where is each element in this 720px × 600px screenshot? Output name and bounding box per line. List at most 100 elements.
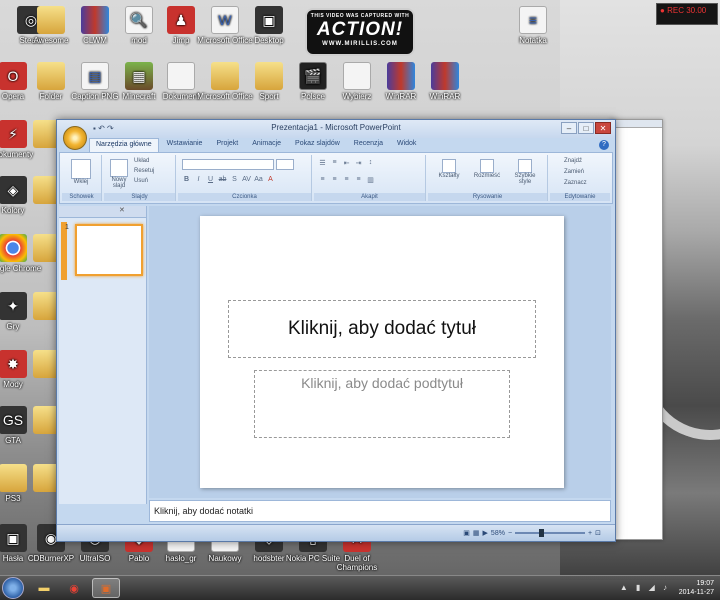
arrange-icon [480, 159, 494, 173]
zoom-level[interactable]: 58% [491, 530, 505, 537]
bullets-button[interactable]: ☰ [318, 159, 327, 167]
zoom-slider-knob[interactable] [539, 529, 545, 537]
zoom-in-button[interactable]: + [588, 530, 592, 537]
slide-canvas[interactable]: Kliknij, aby dodać tytuł Kliknij, aby do… [200, 216, 564, 488]
desktop-icon-notatka[interactable]: ≡ Notatka [502, 6, 564, 45]
italic-button[interactable]: I [194, 176, 203, 183]
normal-view-icon[interactable]: ▣ [463, 529, 470, 537]
zoom-out-button[interactable]: − [508, 530, 512, 537]
winrar-icon [431, 62, 459, 90]
group-font: B I U ab S AV Aa A Czcionka [178, 155, 312, 201]
subtitle-placeholder[interactable]: Kliknij, aby dodać podtytuł [254, 370, 510, 438]
record-icon: ● [660, 6, 665, 15]
taskbar: ▬ ◉ ▣ ▲ ▮ ◢ ♪ 19:07 2014-11-27 [0, 575, 720, 600]
decrease-indent-button[interactable]: ⇤ [342, 159, 351, 167]
quick-styles-icon [518, 159, 532, 173]
folder-icon [37, 62, 65, 90]
folder-icon [211, 62, 239, 90]
zoom-control: ▣ ▦ ▶ 58% − + ⊡ [463, 529, 601, 537]
tab-design[interactable]: Projekt [210, 138, 244, 152]
justify-button[interactable]: ≡ [354, 176, 363, 184]
layout-button[interactable]: Układ [134, 158, 149, 164]
desktop-icon-desktop[interactable]: ▣ Desktop [238, 6, 300, 45]
sorter-view-icon[interactable]: ▦ [473, 529, 480, 537]
new-slide-button[interactable]: Nowy slajd [106, 159, 132, 189]
spacing-button[interactable]: AV [242, 176, 251, 183]
arrange-button[interactable]: Rozmieść [470, 159, 504, 179]
window-controls: – □ ✕ [561, 122, 611, 134]
system-tray[interactable]: ▲ ▮ ◢ ♪ [620, 583, 670, 592]
replace-button[interactable]: Zamień [564, 169, 584, 175]
case-button[interactable]: Aa [254, 176, 263, 183]
group-drawing: Kształty Rozmieść Szybkie style Rysowani… [428, 155, 548, 201]
blank-document-icon [167, 62, 195, 90]
taskbar-chrome[interactable]: ◉ [60, 578, 88, 598]
align-buttons: ≡ ≡ ≡ ≡ ▥ [318, 176, 375, 184]
desktop-icon-winrar2[interactable]: WinRAR [414, 62, 476, 101]
document-icon: 🔍 [125, 6, 153, 34]
slideshow-view-icon[interactable]: ▶ [483, 529, 488, 537]
taskbar-explorer[interactable]: ▬ [30, 578, 58, 598]
image-icon: ▣ [255, 6, 283, 34]
columns-button[interactable]: ▥ [366, 176, 375, 184]
font-name-select[interactable] [182, 159, 274, 170]
list-buttons: ☰ ≡ ⇤ ⇥ ↕ [318, 159, 375, 167]
close-button[interactable]: ✕ [595, 122, 611, 134]
notepad-titlebar[interactable] [611, 120, 662, 128]
reset-button[interactable]: Resetuj [134, 168, 154, 174]
chrome-icon: ◉ [69, 582, 79, 595]
strikethrough-button[interactable]: ab [218, 176, 227, 183]
tab-review[interactable]: Recenzja [348, 138, 389, 152]
start-button[interactable] [2, 577, 24, 599]
group-slides: Nowy slajd Układ Resetuj Usuń Slajdy [104, 155, 176, 201]
status-bar: ▣ ▦ ▶ 58% − + ⊡ [57, 524, 615, 541]
notes-pane[interactable]: Kliknij, aby dodać notatki [149, 500, 611, 522]
folder-icon [37, 6, 65, 34]
text-file-icon: ≡ [519, 6, 547, 34]
tab-slideshow[interactable]: Pokaz slajdów [289, 138, 346, 152]
taskbar-powerpoint[interactable]: ▣ [92, 578, 120, 598]
shadow-button[interactable]: S [230, 176, 239, 183]
title-bar[interactable]: ▪ ↶ ↷ Prezentacja1 - Microsoft PowerPoin… [57, 120, 615, 138]
align-center-button[interactable]: ≡ [330, 176, 339, 184]
tab-insert[interactable]: Wstawianie [161, 138, 209, 152]
slide-editor: Kliknij, aby dodać tytuł Kliknij, aby do… [149, 206, 611, 498]
select-button[interactable]: Zaznacz [564, 180, 587, 186]
paste-icon [71, 159, 91, 179]
help-icon[interactable]: ? [599, 140, 609, 150]
office-button[interactable] [63, 126, 87, 150]
document-icon [343, 62, 371, 90]
find-button[interactable]: Znajdź [564, 158, 582, 164]
shapes-icon [442, 159, 456, 173]
tab-view[interactable]: Widok [391, 138, 422, 152]
paste-button[interactable]: Wklej [66, 159, 96, 185]
notepad-window[interactable] [610, 119, 663, 540]
pane-tabs[interactable]: ✕ [59, 206, 146, 218]
line-spacing-button[interactable]: ↕ [366, 159, 375, 167]
delete-button[interactable]: Usuń [134, 178, 148, 184]
ribbon: Wklej Schowek Nowy slajd Układ Resetuj U… [59, 152, 613, 204]
font-size-select[interactable] [276, 159, 294, 170]
font-color-button[interactable]: A [266, 176, 275, 183]
minimize-button[interactable]: – [561, 122, 577, 134]
powerpoint-icon: ▣ [100, 582, 112, 595]
fit-window-icon[interactable]: ⊡ [595, 529, 601, 537]
underline-button[interactable]: U [206, 176, 215, 183]
window-title: Prezentacja1 - Microsoft PowerPoint [271, 123, 401, 132]
figure-icon: ♟ [167, 6, 195, 34]
clock[interactable]: 19:07 2014-11-27 [679, 579, 714, 597]
align-left-button[interactable]: ≡ [318, 176, 327, 184]
slide-number: 1 [65, 224, 69, 231]
shapes-button[interactable]: Kształty [432, 159, 466, 179]
increase-indent-button[interactable]: ⇥ [354, 159, 363, 167]
title-placeholder[interactable]: Kliknij, aby dodać tytuł [228, 300, 536, 358]
numbering-button[interactable]: ≡ [330, 159, 339, 167]
align-right-button[interactable]: ≡ [342, 176, 351, 184]
bold-button[interactable]: B [182, 176, 191, 183]
slide-thumbnail[interactable] [75, 224, 143, 276]
zoom-slider[interactable] [515, 529, 586, 537]
quick-styles-button[interactable]: Szybkie style [508, 159, 542, 185]
tab-home[interactable]: Narzędzia główne [89, 138, 159, 152]
maximize-button[interactable]: □ [578, 122, 594, 134]
tab-animations[interactable]: Animacje [246, 138, 287, 152]
